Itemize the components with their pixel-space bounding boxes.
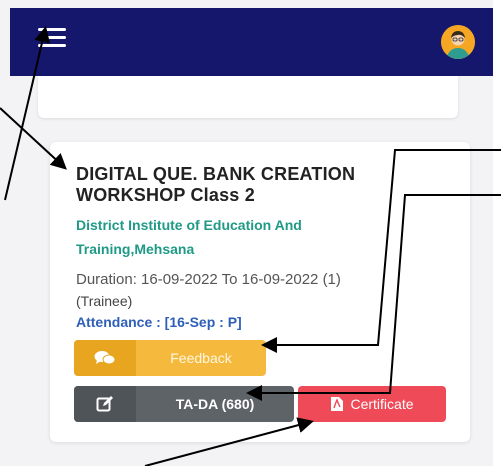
course-duration: Duration: 16-09-2022 To 16-09-2022 (1) xyxy=(76,271,341,288)
pdf-file-icon xyxy=(331,397,344,411)
certificate-button-label: Certificate xyxy=(350,396,414,412)
attendance-info: Attendance : [16-Sep : P] xyxy=(76,314,242,330)
feedback-button[interactable]: Feedback xyxy=(74,340,266,376)
page-edge xyxy=(493,0,501,466)
certificate-button-content: Certificate xyxy=(298,386,446,422)
hamburger-menu-icon[interactable] xyxy=(38,28,68,50)
chat-bubbles-icon xyxy=(74,340,136,376)
participant-role: (Trainee) xyxy=(76,293,133,309)
edit-icon xyxy=(74,386,136,422)
ta-da-button[interactable]: TA-DA (680) xyxy=(74,386,294,422)
previous-card xyxy=(38,76,458,118)
certificate-button[interactable]: Certificate xyxy=(298,386,446,422)
course-title: DIGITAL QUE. BANK CREATION WORKSHOP Clas… xyxy=(76,164,356,205)
feedback-button-label: Feedback xyxy=(170,350,232,366)
institute-name: District Institute of Education And Trai… xyxy=(76,217,302,257)
user-avatar-icon[interactable] xyxy=(441,25,475,59)
app-bar xyxy=(10,8,493,76)
ta-da-button-label: TA-DA (680) xyxy=(175,396,255,412)
